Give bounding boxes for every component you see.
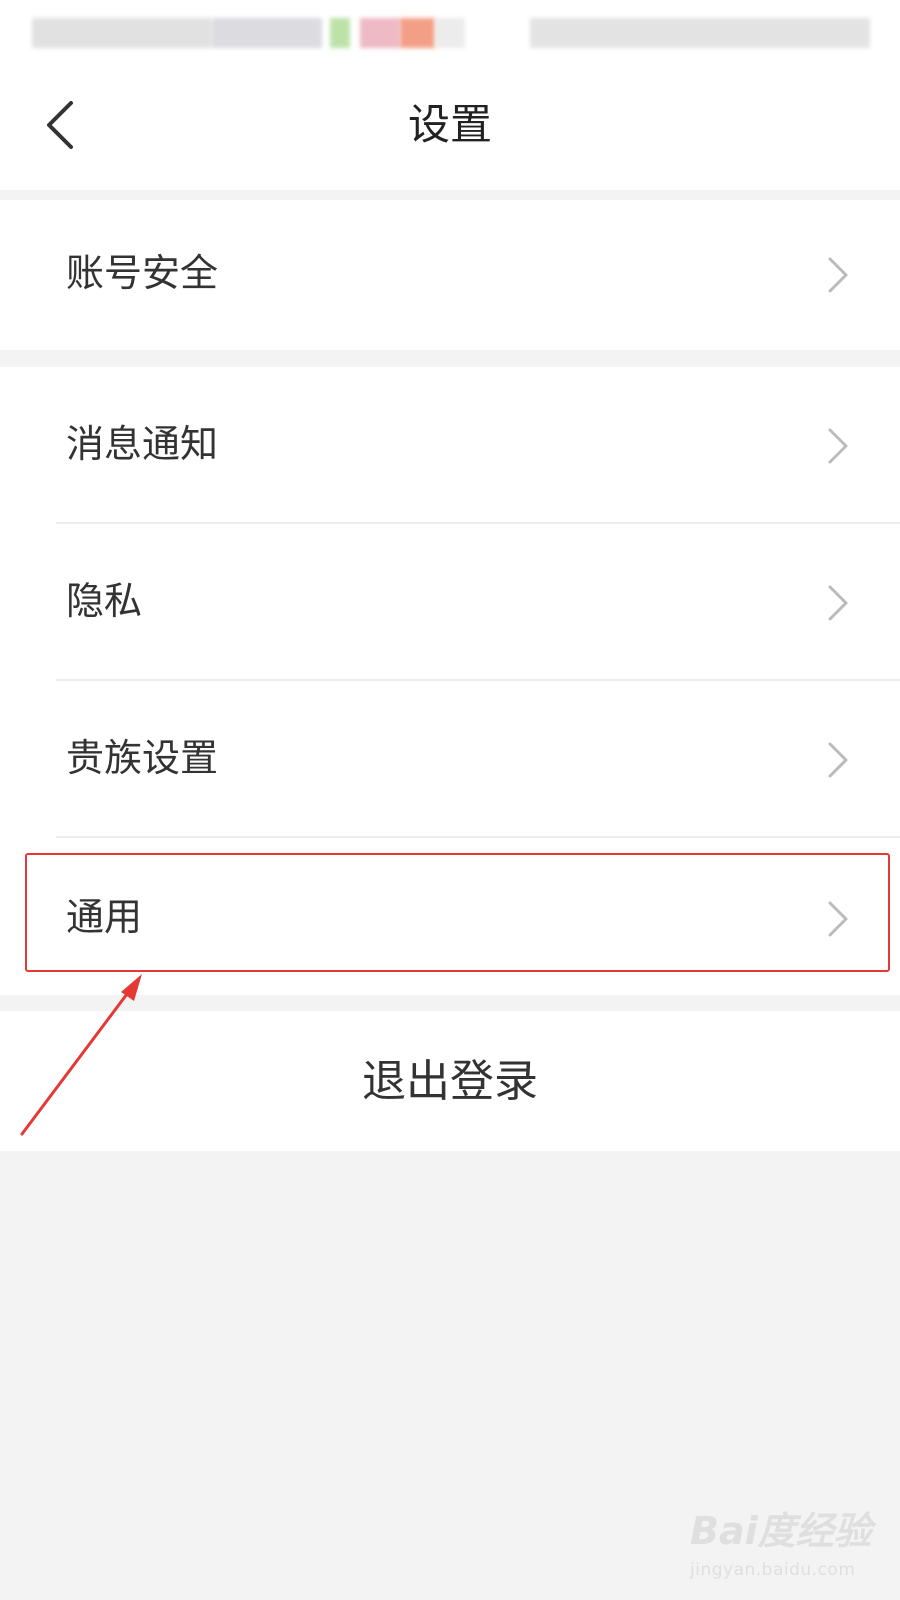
menu-item-label: 账号安全 [66, 251, 219, 295]
settings-group-main: 消息通知 隐私 贵族设置 通用 [0, 367, 900, 995]
status-bar-blur [530, 18, 870, 48]
page-title: 设置 [407, 100, 492, 149]
status-bar [0, 0, 900, 60]
status-bar-blur [212, 18, 322, 48]
watermark: Bai度经验 jingyan.baidu.com [690, 1500, 890, 1590]
header: 设置 [0, 60, 900, 190]
settings-group-account: 账号安全 [0, 200, 900, 350]
chevron-right-icon [828, 742, 848, 778]
watermark-url: jingyan.baidu.com [690, 1560, 856, 1580]
chevron-right-icon [828, 585, 848, 621]
menu-item-noble-settings[interactable]: 贵族设置 [0, 681, 900, 836]
status-bar-blur [360, 18, 400, 48]
logout-label: 退出登录 [362, 1056, 538, 1107]
status-bar-blur [32, 18, 212, 48]
chevron-right-icon [828, 901, 848, 937]
menu-item-label: 通用 [66, 895, 143, 939]
status-bar-blur [330, 18, 350, 48]
menu-item-privacy[interactable]: 隐私 [0, 524, 900, 679]
status-bar-blur [400, 18, 435, 48]
menu-item-label: 隐私 [66, 579, 143, 623]
menu-item-general[interactable]: 通用 [0, 838, 900, 995]
menu-item-account-security[interactable]: 账号安全 [0, 200, 900, 350]
menu-item-notifications[interactable]: 消息通知 [0, 367, 900, 522]
chevron-right-icon [828, 257, 848, 293]
menu-item-label: 消息通知 [66, 422, 219, 466]
watermark-logo: Bai度经验 [690, 1509, 872, 1553]
status-bar-blur [435, 18, 465, 48]
menu-item-label: 贵族设置 [66, 736, 219, 780]
chevron-right-icon [828, 428, 848, 464]
logout-button[interactable]: 退出登录 [0, 1011, 900, 1151]
